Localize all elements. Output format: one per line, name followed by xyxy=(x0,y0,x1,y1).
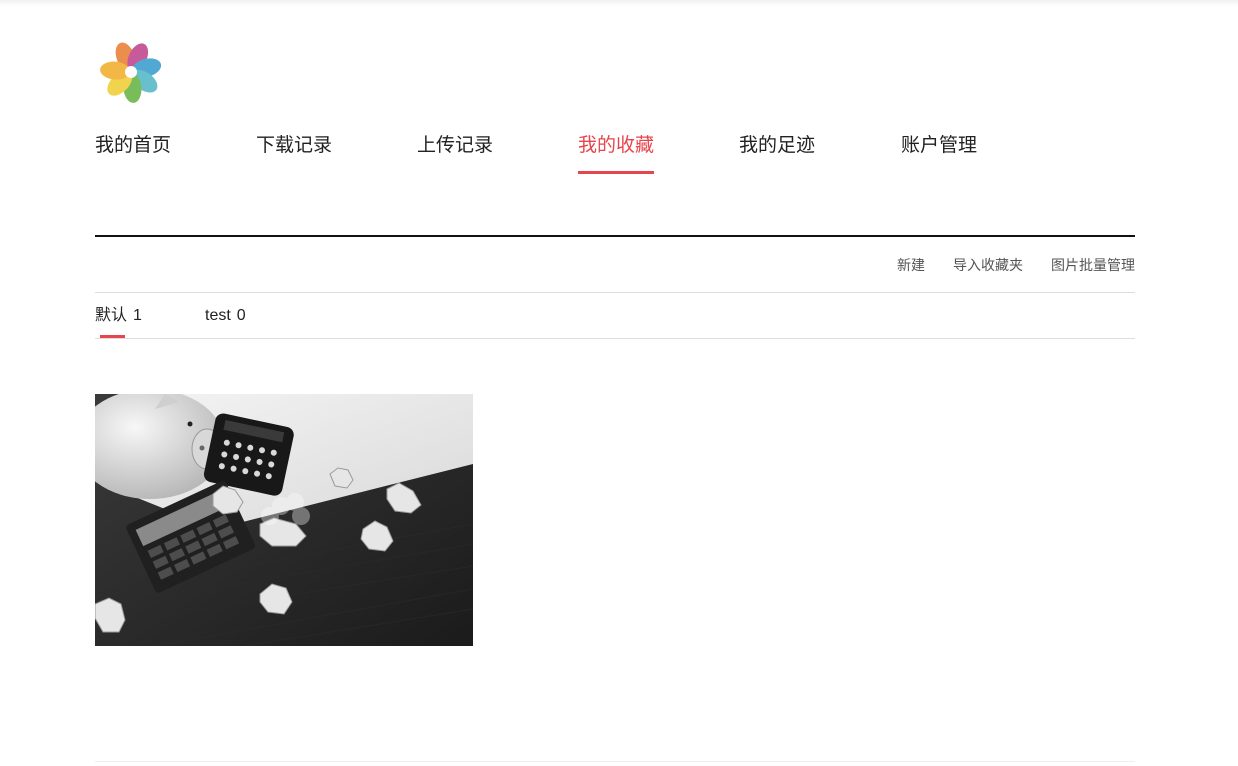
batch-manage-button[interactable]: 图片批量管理 xyxy=(1051,256,1135,274)
folder-tab-default[interactable]: 默认 1 xyxy=(95,306,142,338)
new-folder-button[interactable]: 新建 xyxy=(897,256,925,274)
nav-item-account[interactable]: 账户管理 xyxy=(901,133,977,159)
folder-count: 1 xyxy=(133,307,142,324)
nav-item-home[interactable]: 我的首页 xyxy=(95,133,171,159)
logo[interactable] xyxy=(100,41,162,103)
nav-item-downloads[interactable]: 下载记录 xyxy=(256,133,332,159)
nav-item-favorites[interactable]: 我的收藏 xyxy=(578,133,655,174)
flower-logo-icon xyxy=(100,42,162,103)
folder-name: 默认 xyxy=(95,307,128,324)
nav-item-uploads[interactable]: 上传记录 xyxy=(417,133,493,159)
folder-name: test xyxy=(205,307,231,324)
piggy-bank-calculators-image xyxy=(95,394,473,646)
folder-count: 0 xyxy=(236,307,246,324)
divider xyxy=(95,338,1135,339)
footer-divider xyxy=(95,761,1135,762)
favorite-image-card[interactable] xyxy=(95,394,473,646)
top-shadow xyxy=(0,0,1238,6)
nav-item-footprints[interactable]: 我的足迹 xyxy=(739,133,815,159)
divider xyxy=(95,292,1135,293)
section-divider xyxy=(95,235,1135,237)
import-favorites-button[interactable]: 导入收藏夹 xyxy=(953,256,1023,274)
favorites-actions: 新建 导入收藏夹 图片批量管理 xyxy=(897,256,1135,274)
folder-tab-test[interactable]: test 0 xyxy=(205,306,246,326)
